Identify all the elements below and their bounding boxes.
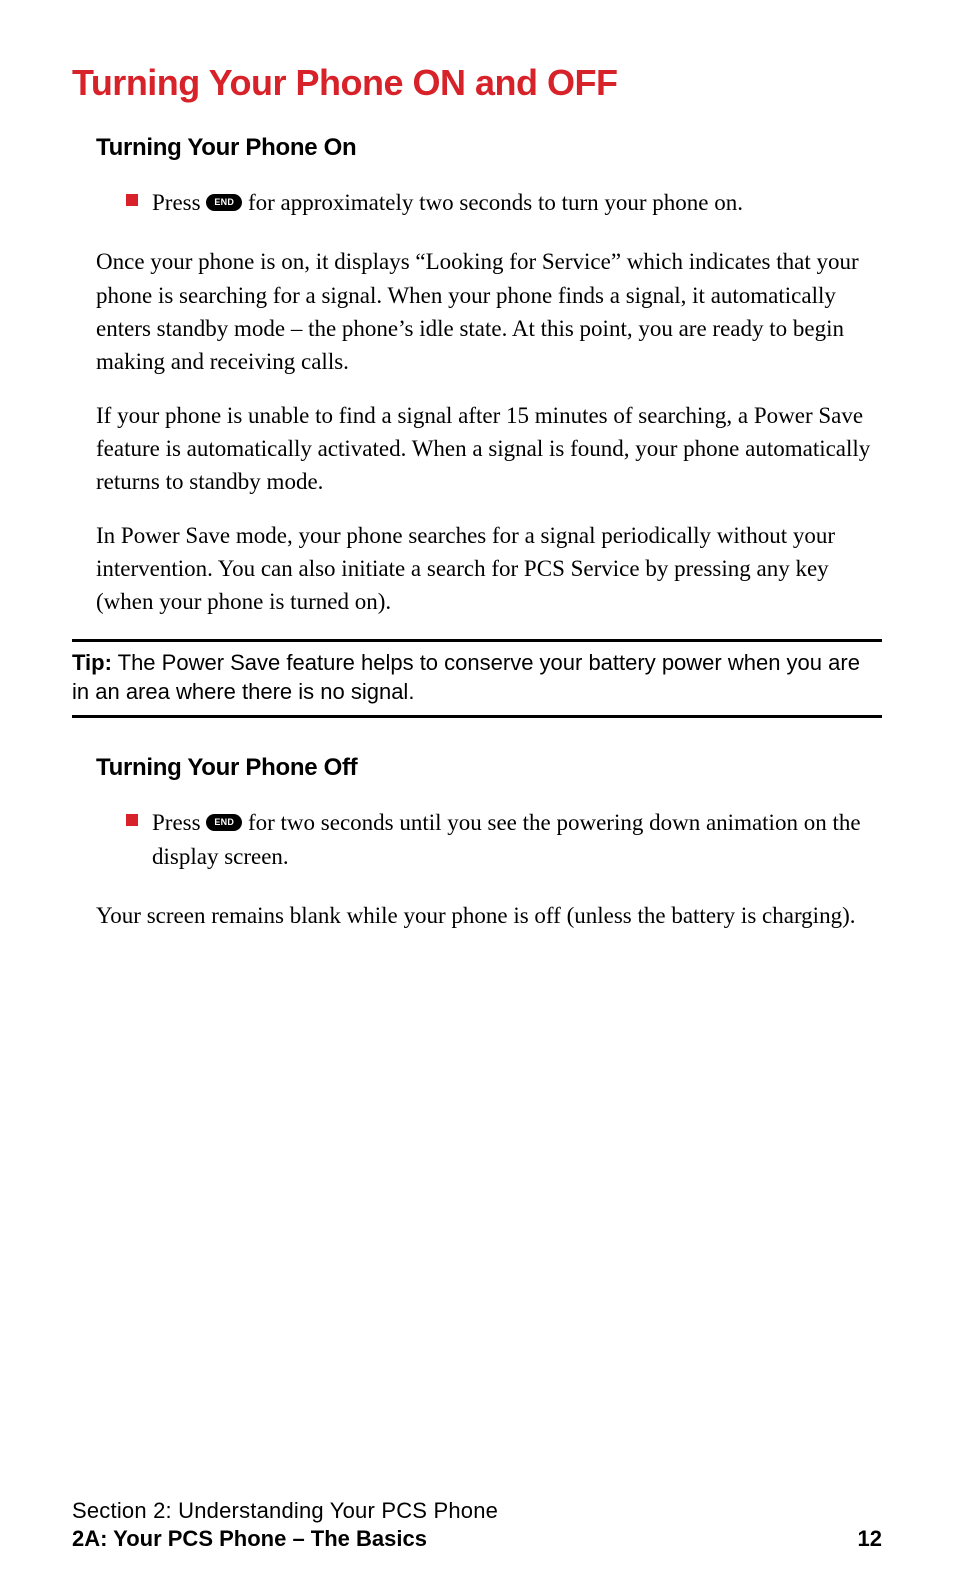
- bullet-icon: [126, 194, 138, 206]
- tip-text: The Power Save feature helps to conserve…: [72, 650, 860, 705]
- tip-label: Tip:: [72, 650, 112, 675]
- bullet-text-on: Press END for approximately two seconds …: [152, 186, 743, 219]
- paragraph: If your phone is unable to find a signal…: [96, 399, 882, 499]
- paragraph: Your screen remains blank while your pho…: [96, 899, 882, 932]
- paragraph: In Power Save mode, your phone searches …: [96, 519, 882, 619]
- page-footer: Section 2: Understanding Your PCS Phone …: [72, 1498, 882, 1552]
- bullet-post-text: for two seconds until you see the poweri…: [152, 810, 861, 868]
- bullet-item-on: Press END for approximately two seconds …: [126, 186, 882, 219]
- bullet-pre-text: Press: [152, 190, 206, 215]
- bullet-post-text: for approximately two seconds to turn yo…: [248, 190, 743, 215]
- bullet-item-off: Press END for two seconds until you see …: [126, 806, 882, 873]
- bullet-pre-text: Press: [152, 810, 206, 835]
- end-key-icon: END: [206, 814, 242, 831]
- end-key-icon: END: [206, 194, 242, 211]
- subheading-off: Turning Your Phone Off: [96, 754, 882, 782]
- tip-callout: Tip: The Power Save feature helps to con…: [72, 639, 882, 718]
- bullet-text-off: Press END for two seconds until you see …: [152, 806, 882, 873]
- page-number: 12: [858, 1526, 882, 1552]
- footer-section-label: Section 2: Understanding Your PCS Phone: [72, 1498, 882, 1524]
- page-title: Turning Your Phone ON and OFF: [72, 62, 882, 104]
- subheading-on: Turning Your Phone On: [96, 134, 882, 162]
- document-page: Turning Your Phone ON and OFF Turning Yo…: [0, 0, 954, 1590]
- bullet-icon: [126, 814, 138, 826]
- paragraph: Once your phone is on, it displays “Look…: [96, 245, 882, 378]
- footer-subsection-label: 2A: Your PCS Phone – The Basics: [72, 1526, 427, 1552]
